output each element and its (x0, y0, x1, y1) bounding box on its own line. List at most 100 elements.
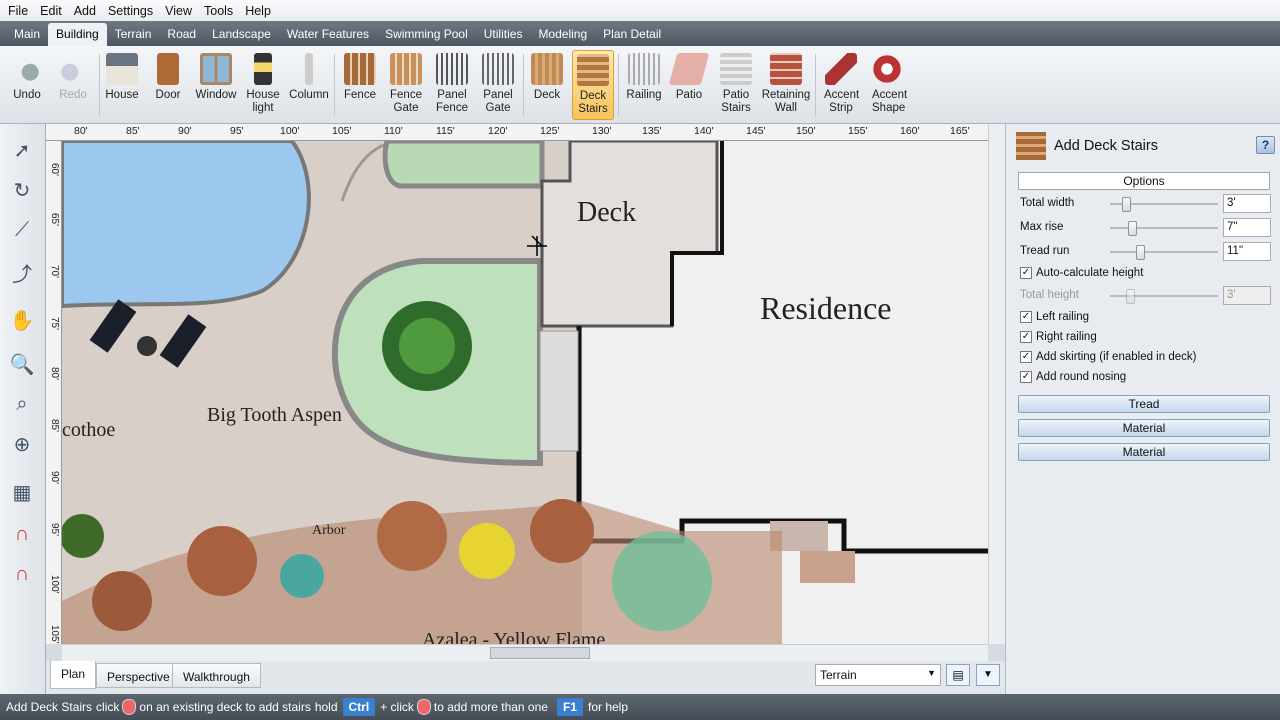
add-nosing-row[interactable]: ✓ Add round nosing (1018, 368, 1278, 388)
auto-height-row[interactable]: ✓ Auto-calculate height (1018, 264, 1278, 284)
deck-stairs-button[interactable]: Deck Stairs (572, 50, 614, 120)
layer-select[interactable]: Terrain ▼ (815, 664, 941, 686)
fence-gate-button[interactable]: Fence Gate (384, 50, 428, 120)
tab-plan-detail[interactable]: Plan Detail (595, 23, 669, 46)
window-button[interactable]: Window (192, 50, 240, 120)
snap-magnet-icon[interactable]: ∩ (8, 520, 36, 548)
swimming-pool (62, 141, 311, 309)
status-text: + click (380, 700, 414, 714)
options-header[interactable]: Options (1018, 172, 1270, 190)
tab-utilities[interactable]: Utilities (476, 23, 531, 46)
left-toolbar: ➚ ↻ ⟋ ⤴ ✋ 🔍 ⌕ ⊕ ▦ ∩ ∩ (0, 124, 46, 694)
checkbox-checked-icon[interactable]: ✓ (1020, 371, 1032, 383)
right-railing-row[interactable]: ✓ Right railing (1018, 328, 1278, 348)
zoom-fit-icon[interactable]: ⊕ (8, 430, 36, 458)
accent-strip-button[interactable]: Accent Strip (818, 50, 864, 120)
panel-gate-button[interactable]: Panel Gate (476, 50, 520, 120)
ruler-tick: 85' (126, 125, 140, 137)
menu-settings[interactable]: Settings (102, 4, 159, 18)
menu-add[interactable]: Add (68, 4, 102, 18)
checkbox-checked-icon[interactable]: ✓ (1020, 267, 1032, 279)
patio-stairs-button[interactable]: Patio Stairs (714, 50, 758, 120)
accent-shape-button[interactable]: Accent Shape (866, 50, 908, 120)
scroll-thumb[interactable] (490, 647, 590, 659)
railing-button[interactable]: Railing (622, 50, 666, 120)
checkbox-checked-icon[interactable]: ✓ (1020, 311, 1032, 323)
menu-bar: File Edit Add Settings View Tools Help (0, 0, 1280, 21)
ruler-tick: 100' (280, 125, 300, 137)
horizontal-scrollbar[interactable] (62, 644, 988, 661)
ruler-tick: 80' (49, 367, 60, 381)
aspen-label: Big Tooth Aspen (207, 404, 342, 426)
retaining-wall-button[interactable]: Retaining Wall (760, 50, 812, 120)
max-rise-slider[interactable] (1128, 221, 1137, 236)
vertical-scrollbar[interactable] (988, 124, 1005, 644)
tab-water-features[interactable]: Water Features (279, 23, 377, 46)
help-button[interactable]: ? (1256, 136, 1275, 154)
tab-landscape[interactable]: Landscape (204, 23, 279, 46)
arbor-label: Arbor (312, 523, 346, 538)
snap-options-icon[interactable]: ∩ (8, 560, 36, 588)
house-button[interactable]: House (102, 50, 142, 120)
menu-help[interactable]: Help (239, 4, 277, 18)
patio-button[interactable]: Patio (668, 50, 710, 120)
fence-button[interactable]: Fence (338, 50, 382, 120)
deck-icon (531, 53, 563, 85)
door-button[interactable]: Door (148, 50, 188, 120)
max-rise-input[interactable]: 7" (1223, 218, 1271, 237)
tab-swimming-pool[interactable]: Swimming Pool (377, 23, 476, 46)
checkbox-checked-icon[interactable]: ✓ (1020, 351, 1032, 363)
accent-shape-icon (871, 53, 903, 85)
tab-walkthrough[interactable]: Walkthrough (172, 663, 261, 688)
house-icon (106, 53, 138, 85)
tread-run-input[interactable]: 11" (1223, 242, 1271, 261)
undo-button[interactable]: Undo (4, 50, 50, 120)
menu-tools[interactable]: Tools (198, 4, 239, 18)
status-text: to add more than one (433, 700, 548, 714)
ruler-tick: 120' (488, 125, 508, 137)
curve-icon[interactable]: ⤴ (8, 258, 36, 286)
deck-label: Deck (577, 197, 636, 228)
menu-view[interactable]: View (159, 4, 198, 18)
tab-building[interactable]: Building (48, 23, 107, 46)
menu-edit[interactable]: Edit (34, 4, 68, 18)
tread-button[interactable]: Tread (1018, 395, 1270, 413)
tab-road[interactable]: Road (159, 23, 204, 46)
deck-button[interactable]: Deck (526, 50, 568, 120)
select-arrow-icon[interactable]: ➚ (8, 136, 36, 164)
status-text: hold (314, 700, 338, 714)
ruler-tick: 100' (49, 575, 60, 594)
column-button[interactable]: Column (288, 50, 330, 120)
status-mode: Add Deck Stairs (6, 700, 93, 714)
tab-modeling[interactable]: Modeling (530, 23, 595, 46)
deck-stairs-icon (577, 54, 609, 86)
menu-file[interactable]: File (2, 4, 34, 18)
total-width-input[interactable]: 3' (1223, 194, 1271, 213)
fence-icon (344, 53, 376, 85)
ribbon-toolbar: Undo Redo House Door Window House light … (0, 46, 1280, 124)
material-button[interactable]: Material (1018, 419, 1270, 437)
checkbox-checked-icon[interactable]: ✓ (1020, 331, 1032, 343)
material-button[interactable]: Material (1018, 443, 1270, 461)
expand-chevron-icon[interactable]: ▼ (976, 664, 1000, 686)
layers-icon[interactable]: ▤ (946, 664, 970, 686)
tread-run-slider[interactable] (1136, 245, 1145, 260)
tab-perspective[interactable]: Perspective (96, 663, 181, 688)
plan-canvas[interactable]: Deck Residence Big Tooth Aspen cothoe Ar… (62, 141, 988, 644)
tab-main[interactable]: Main (6, 23, 48, 46)
redo-button[interactable]: Redo (50, 50, 96, 120)
tab-terrain[interactable]: Terrain (107, 23, 160, 46)
rotate-icon[interactable]: ↻ (8, 176, 36, 204)
add-skirting-row[interactable]: ✓ Add skirting (if enabled in deck) (1018, 348, 1278, 368)
house-light-button[interactable]: House light (240, 50, 286, 120)
status-text: click (96, 700, 120, 714)
tab-plan[interactable]: Plan (50, 661, 97, 689)
panel-fence-button[interactable]: Panel Fence (430, 50, 474, 120)
zoom-icon[interactable]: 🔍 (8, 350, 36, 378)
total-width-slider[interactable] (1122, 197, 1131, 212)
grid-icon[interactable]: ▦ (8, 478, 36, 506)
measure-icon[interactable]: ⟋ (8, 216, 36, 244)
pan-hand-icon[interactable]: ✋ (8, 306, 36, 334)
zoom-window-icon[interactable]: ⌕ (8, 390, 36, 418)
left-railing-row[interactable]: ✓ Left railing (1018, 308, 1278, 328)
